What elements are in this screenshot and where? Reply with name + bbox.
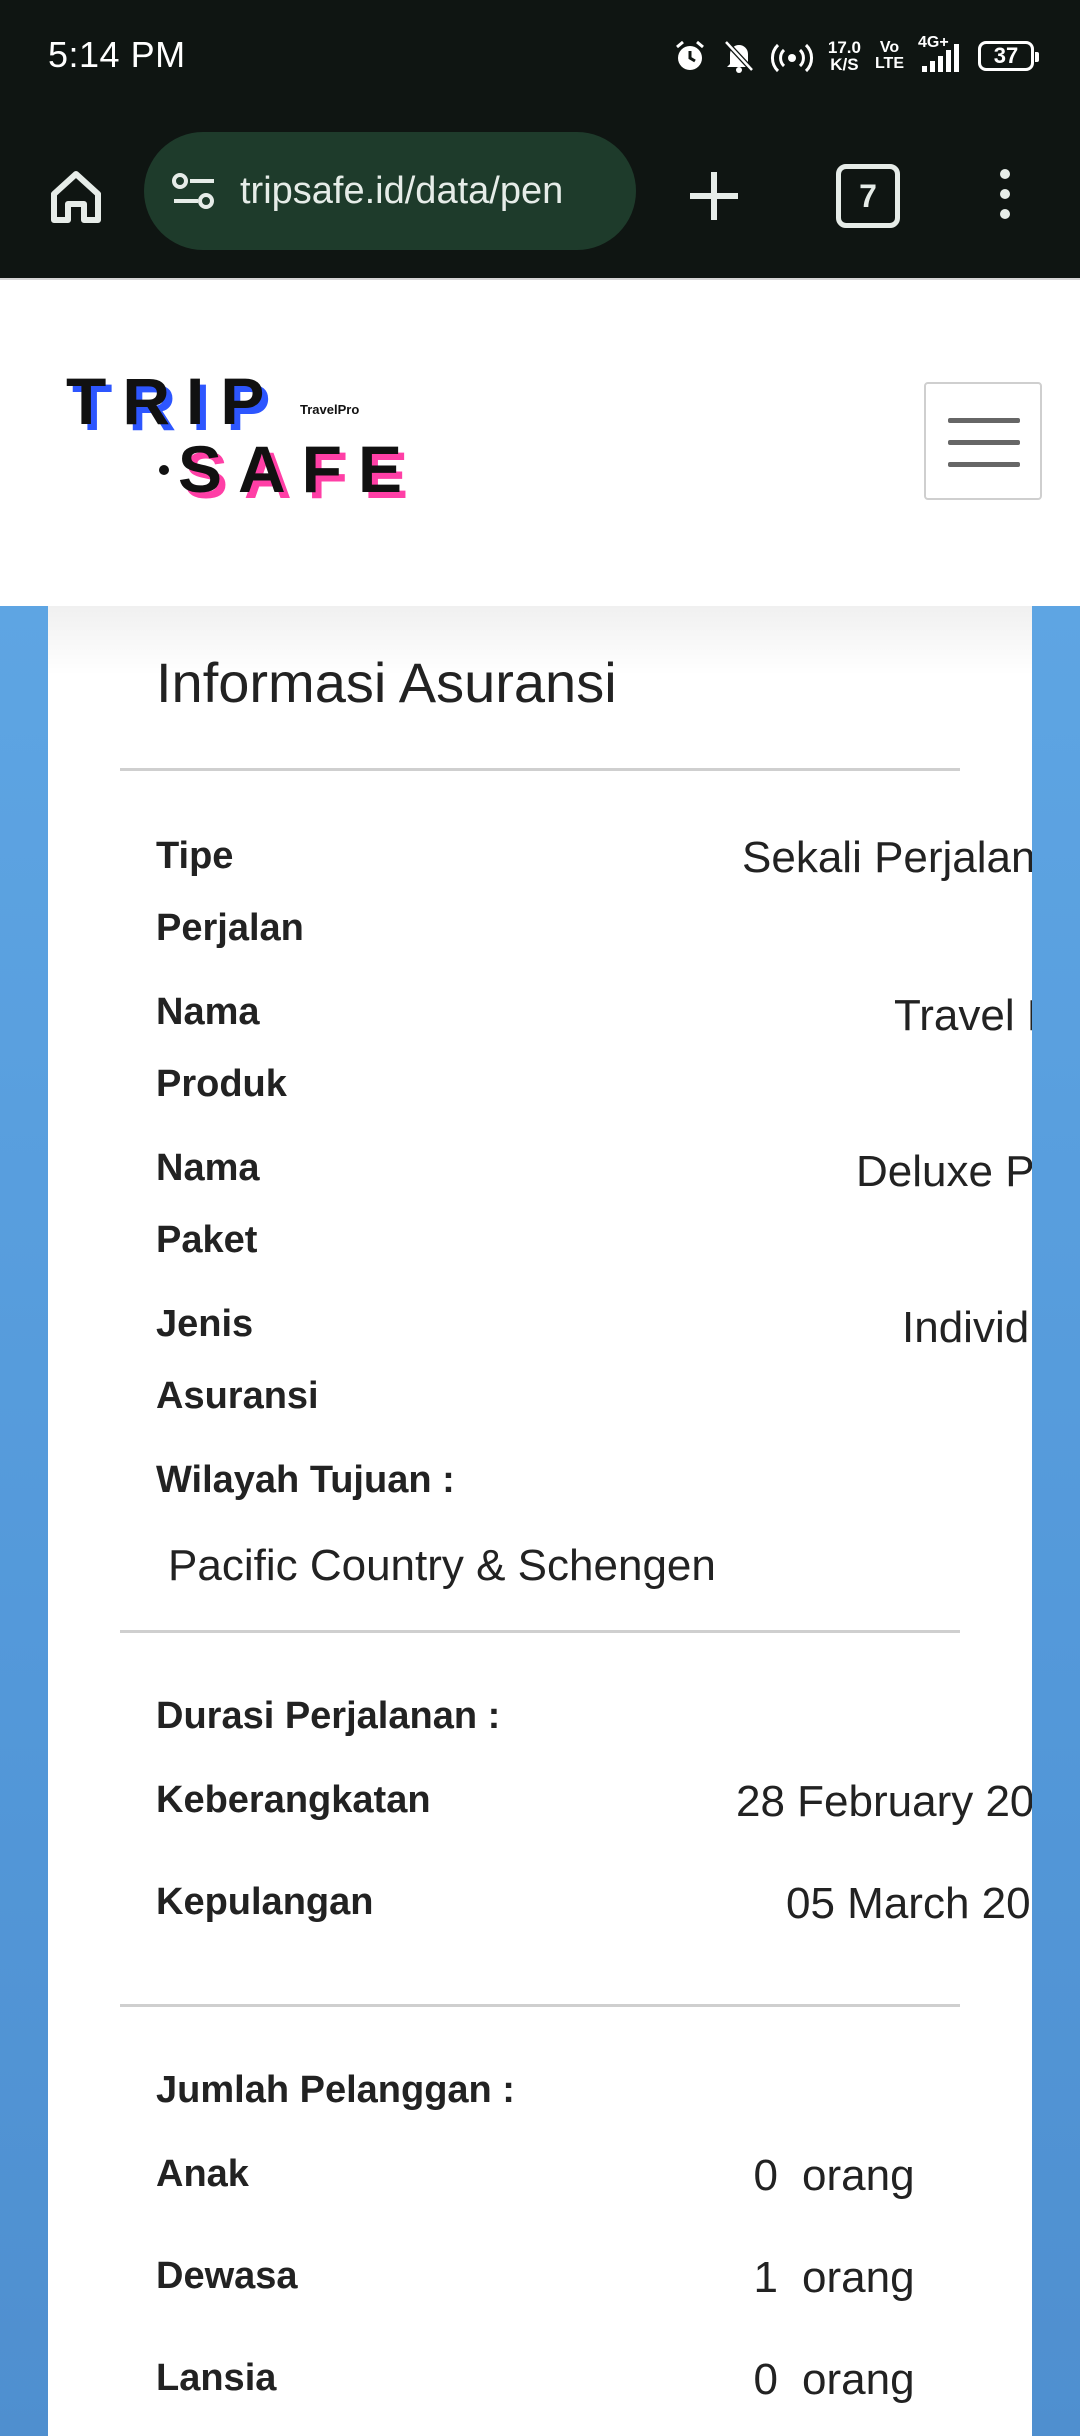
value-package-name: Deluxe Plan [856, 1147, 1032, 1196]
hotspot-icon [770, 38, 814, 74]
unit-adults: orang [802, 2253, 915, 2302]
site-header: TRIP TRIP TravelPro SAFE SAFE [0, 278, 1080, 608]
more-menu-icon[interactable] [990, 164, 1020, 224]
label-departure: Keberangkatan [156, 1779, 431, 1821]
label-customer-count: Jumlah Pelanggan : [156, 2069, 515, 2111]
label-return: Kepulangan [156, 1881, 374, 1923]
divider [120, 2004, 960, 2007]
insurance-info-card: Informasi Asuransi Tipe Perjalan Sekali P… [48, 606, 1032, 2436]
unit-children: orang [802, 2151, 915, 2200]
unit-seniors: orang [802, 2355, 915, 2404]
hamburger-line [948, 440, 1020, 445]
label-product-name: Nama Produk [156, 991, 287, 1105]
value-product-name: Travel Pro [894, 991, 1032, 1040]
label-trip-duration: Durasi Perjalanan : [156, 1695, 501, 1737]
status-icons: 17.0 K/S Vo LTE 4G+ 37 [672, 34, 1039, 78]
value-destination-region: Pacific Country & Schengen [168, 1541, 716, 1590]
status-time: 5:14 PM [48, 34, 186, 75]
value-trip-type: Sekali Perjalanan [742, 833, 1032, 882]
svg-text:TravelPro: TravelPro [300, 402, 359, 417]
url-text[interactable]: tripsafe.id/data/pen [240, 170, 563, 213]
label-adults: Dewasa [156, 2255, 298, 2297]
tab-switcher-button[interactable]: 7 [836, 164, 900, 228]
battery-indicator: 37 [978, 41, 1039, 71]
label-insurance-type: Jenis Asuransi [156, 1303, 319, 1417]
label-seniors: Lansia [156, 2357, 277, 2399]
status-bar: 5:14 PM 17.0 K/S Vo LTE 4G+ 37 [0, 0, 1080, 118]
label-children: Anak [156, 2153, 249, 2195]
home-icon[interactable] [40, 162, 112, 234]
label-destination-region: Wilayah Tujuan : [156, 1459, 455, 1501]
svg-text:TRIP: TRIP [66, 370, 280, 438]
value-return-date: 05 March 2025 [786, 1879, 1032, 1928]
mute-bell-icon [722, 38, 756, 74]
hamburger-line [948, 418, 1020, 423]
address-bar[interactable]: tripsafe.id/data/pen [144, 132, 636, 250]
svg-text:SAFE: SAFE [178, 432, 418, 506]
value-departure-date: 28 February 2025 [736, 1777, 1032, 1826]
count-seniors: 0 [753, 2355, 778, 2404]
alarm-icon [672, 38, 708, 74]
signal-icon: 4G+ [918, 34, 964, 74]
site-settings-icon[interactable] [166, 163, 222, 219]
label-package-name: Nama Paket [156, 1147, 260, 1261]
menu-toggle-button[interactable] [924, 382, 1042, 500]
volte-indicator: Vo LTE [874, 39, 904, 72]
value-insurance-type: Individual [902, 1303, 1032, 1352]
divider [120, 768, 960, 771]
count-adults: 1 [753, 2253, 778, 2302]
divider [120, 1630, 960, 1633]
browser-toolbar: tripsafe.id/data/pen 7 [0, 118, 1080, 278]
hamburger-line [948, 462, 1020, 467]
tripsafe-logo[interactable]: TRIP TRIP TravelPro SAFE SAFE [66, 364, 426, 512]
card-title: Informasi Asuransi [156, 651, 617, 714]
new-tab-icon[interactable] [684, 166, 744, 226]
label-trip-type: Tipe Perjalan [156, 835, 304, 949]
count-children: 0 [753, 2151, 778, 2200]
net-speed: 17.0 K/S [827, 38, 861, 74]
